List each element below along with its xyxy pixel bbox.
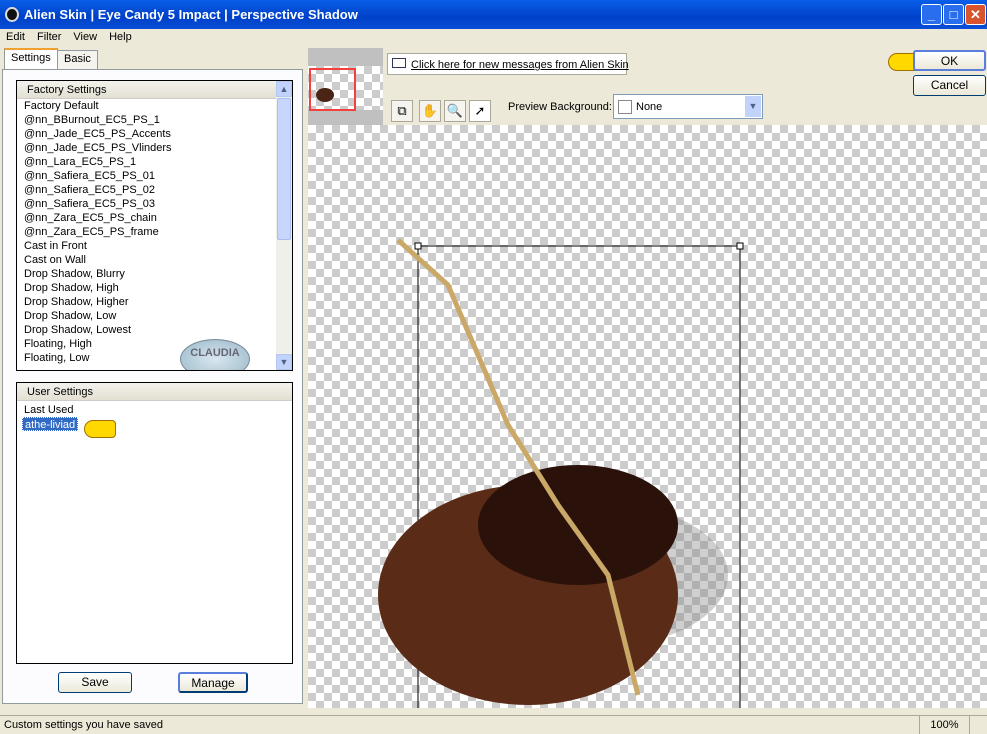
chevron-down-icon[interactable]: ▼	[745, 96, 761, 117]
preview-canvas[interactable]	[308, 125, 987, 717]
menu-bar: Edit Filter View Help	[0, 29, 987, 47]
factory-settings-list: Factory Settings Factory Default @nn_BBur…	[16, 80, 293, 371]
list-item[interactable]: @nn_Zara_EC5_PS_frame	[17, 225, 292, 239]
zoom-tool-icon[interactable]: 🔍	[444, 100, 466, 122]
swatch-icon	[618, 100, 632, 114]
message-icon	[392, 58, 406, 68]
list-item[interactable]: Drop Shadow, Higher	[17, 295, 292, 309]
tab-settings[interactable]: Settings	[4, 48, 58, 69]
navigator-view-rect[interactable]	[309, 68, 356, 111]
cancel-button[interactable]: Cancel	[913, 75, 986, 96]
ok-button[interactable]: OK	[913, 50, 986, 71]
list-item[interactable]: Drop Shadow, High	[17, 281, 292, 295]
list-item[interactable]: @nn_Zara_EC5_PS_chain	[17, 211, 292, 225]
list-item[interactable]: Cast on Wall	[17, 253, 292, 267]
messages-link[interactable]: Click here for new messages from Alien S…	[387, 53, 629, 75]
hand-tool-icon[interactable]: ✋	[419, 100, 441, 122]
maximize-button[interactable]: □	[943, 4, 964, 25]
list-item[interactable]: @nn_Safiera_EC5_PS_02	[17, 183, 292, 197]
menu-view[interactable]: View	[67, 29, 103, 47]
user-settings-header: User Settings	[17, 383, 292, 401]
list-item[interactable]: Drop Shadow, Low	[17, 309, 292, 323]
list-item[interactable]: @nn_BBurnout_EC5_PS_1	[17, 113, 292, 127]
list-item-selected[interactable]: athe-liviad	[22, 417, 79, 431]
scroll-down-icon[interactable]: ▼	[276, 354, 292, 370]
app-icon	[5, 7, 19, 22]
list-item[interactable]: @nn_Jade_EC5_PS_Vlinders	[17, 141, 292, 155]
user-settings-list: User Settings Last Used athe-liviad	[16, 382, 293, 664]
tab-basic[interactable]: Basic	[57, 50, 98, 69]
preview-image	[378, 238, 744, 717]
list-item[interactable]: Drop Shadow, Lowest	[17, 323, 292, 337]
menu-filter[interactable]: Filter	[31, 29, 67, 47]
scroll-thumb[interactable]	[277, 98, 291, 240]
preview-background-value: None	[636, 100, 663, 113]
save-button[interactable]: Save	[58, 672, 132, 693]
list-item[interactable]: Drop Shadow, Blurry	[17, 267, 292, 281]
title-bar: Alien Skin | Eye Candy 5 Impact | Perspe…	[0, 0, 987, 29]
window-title: Alien Skin | Eye Candy 5 Impact | Perspe…	[24, 7, 358, 22]
preview-background-label: Preview Background:	[508, 101, 612, 113]
status-text: Custom settings you have saved	[0, 716, 920, 734]
close-button[interactable]: ✕	[965, 4, 986, 25]
manage-button[interactable]: Manage	[178, 672, 248, 693]
zoom-level: 100%	[920, 716, 970, 734]
list-item[interactable]: Factory Default	[17, 99, 292, 113]
menu-edit[interactable]: Edit	[0, 29, 31, 47]
basket-opening	[478, 465, 678, 585]
menu-help[interactable]: Help	[103, 29, 138, 47]
handle[interactable]	[414, 242, 422, 250]
status-bar: Custom settings you have saved 100%	[0, 715, 987, 734]
handle[interactable]	[736, 242, 744, 250]
list-item[interactable]: @nn_Lara_EC5_PS_1	[17, 155, 292, 169]
pointer-tool-icon[interactable]: ➚	[469, 100, 491, 122]
list-item[interactable]: @nn_Jade_EC5_PS_Accents	[17, 127, 292, 141]
minimize-button[interactable]: _	[921, 4, 942, 25]
list-item[interactable]: @nn_Safiera_EC5_PS_03	[17, 197, 292, 211]
preview-toggle-icon[interactable]: ⧉	[391, 100, 413, 122]
pointing-hand-icon	[84, 420, 116, 438]
scroll-up-icon[interactable]: ▲	[276, 81, 292, 97]
watermark-logo: CLAUDIA	[180, 339, 250, 370]
messages-link-text[interactable]: Click here for new messages from Alien S…	[411, 59, 629, 71]
list-item[interactable]: Floating, Low	[17, 351, 292, 365]
factory-scrollbar[interactable]: ▲ ▼	[276, 81, 292, 370]
list-item[interactable]: @nn_Safiera_EC5_PS_01	[17, 169, 292, 183]
list-item[interactable]: Floating, High	[17, 337, 292, 351]
list-item[interactable]: Cast in Front	[17, 239, 292, 253]
factory-settings-header: Factory Settings	[17, 81, 276, 99]
list-item[interactable]: Last Used	[17, 403, 292, 417]
preview-background-select[interactable]: None ▼	[613, 94, 763, 119]
